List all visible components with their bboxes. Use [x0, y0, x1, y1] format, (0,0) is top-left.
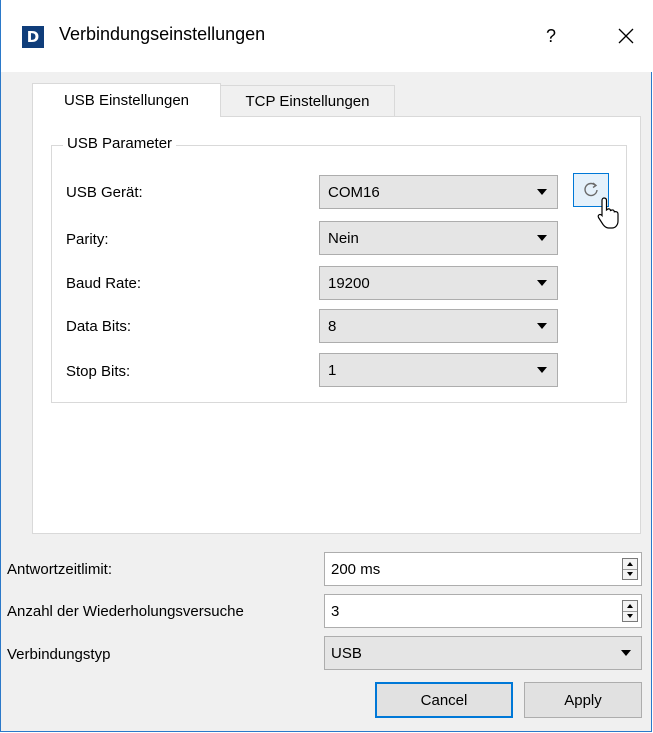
retries-label: Anzahl der Wiederholungsversuche [7, 603, 244, 620]
dialog-window: D Verbindungseinstellungen ? USB Einstel… [0, 0, 652, 732]
cancel-button[interactable]: Cancel [375, 682, 513, 718]
window-title: Verbindungseinstellungen [59, 24, 266, 44]
spin-up-icon[interactable] [623, 601, 637, 611]
usb-device-label: USB Gerät: [66, 184, 143, 201]
chevron-down-icon [537, 323, 547, 329]
app-logo-icon: D [22, 26, 44, 48]
spin-down-icon[interactable] [623, 610, 637, 622]
tab-usb-settings[interactable]: USB Einstellungen [32, 83, 221, 117]
spin-down-icon[interactable] [623, 568, 637, 580]
timeout-stepper[interactable] [622, 558, 638, 580]
mouse-pointer-icon [597, 197, 619, 229]
spin-up-icon[interactable] [623, 559, 637, 569]
apply-button[interactable]: Apply [524, 682, 642, 718]
usb-device-value: COM16 [328, 183, 380, 201]
parity-value: Nein [328, 229, 359, 247]
parity-select[interactable]: Nein [319, 221, 558, 255]
timeout-value: 200 ms [331, 560, 381, 578]
baud-rate-value: 19200 [328, 274, 370, 292]
tab-pane-usb: USB Parameter USB Gerät: COM16 Parity: N… [32, 116, 641, 534]
retries-stepper[interactable] [622, 600, 638, 622]
chevron-down-icon [537, 235, 547, 241]
chevron-down-icon [537, 280, 547, 286]
stop-bits-value: 1 [328, 361, 337, 379]
connection-type-label: Verbindungstyp [7, 646, 111, 663]
close-icon [618, 28, 634, 44]
baud-rate-select[interactable]: 19200 [319, 266, 558, 300]
usb-device-select[interactable]: COM16 [319, 175, 558, 209]
help-button[interactable]: ? [531, 19, 571, 53]
close-button[interactable] [606, 19, 646, 53]
stop-bits-select[interactable]: 1 [319, 353, 558, 387]
group-title: USB Parameter [63, 135, 177, 152]
parity-label: Parity: [66, 231, 109, 248]
chevron-down-icon [537, 367, 547, 373]
timeout-label: Antwortzeitlimit: [7, 561, 113, 578]
connection-type-select[interactable]: USB [324, 636, 642, 670]
tab-tcp-settings[interactable]: TCP Einstellungen [220, 85, 395, 117]
connection-type-value: USB [331, 644, 362, 662]
chevron-down-icon [537, 189, 547, 195]
retries-spinbox[interactable]: 3 [324, 594, 642, 628]
data-bits-select[interactable]: 8 [319, 309, 558, 343]
chevron-down-icon [621, 650, 631, 656]
data-bits-value: 8 [328, 317, 337, 335]
baud-rate-label: Baud Rate: [66, 275, 142, 292]
stop-bits-label: Stop Bits: [66, 363, 131, 380]
data-bits-label: Data Bits: [66, 318, 132, 335]
timeout-spinbox[interactable]: 200 ms [324, 552, 642, 586]
title-bar: D Verbindungseinstellungen ? [1, 0, 652, 72]
retries-value: 3 [331, 602, 340, 620]
